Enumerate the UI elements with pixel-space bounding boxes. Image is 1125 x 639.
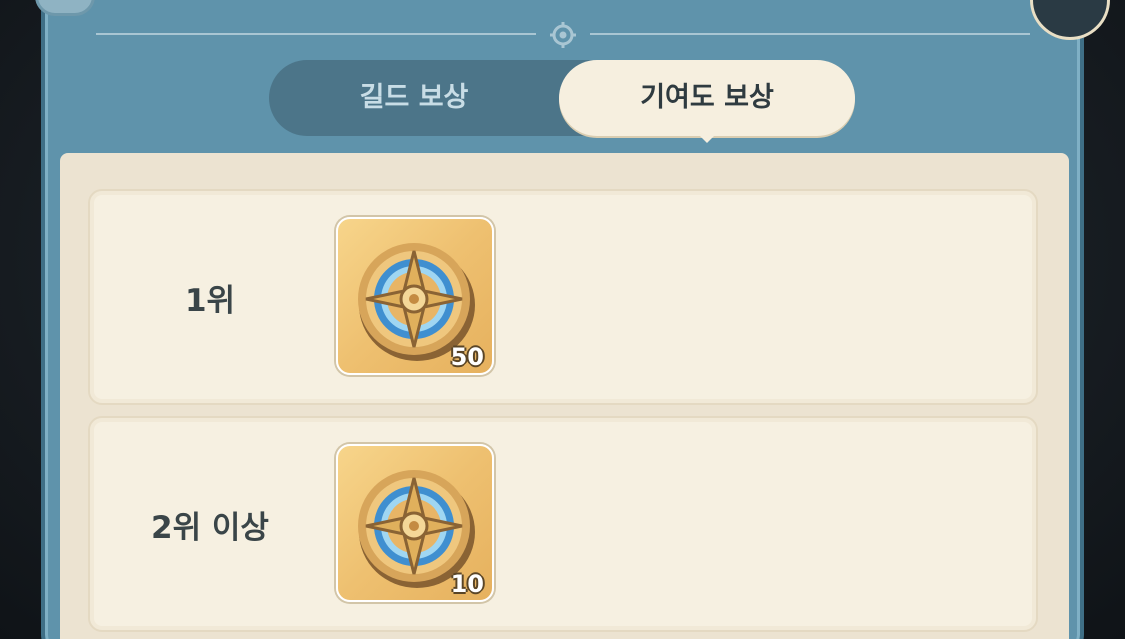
reward-row: 2위 이상 10 xyxy=(88,416,1038,632)
header-divider xyxy=(96,33,536,35)
gear-icon xyxy=(550,22,576,48)
tab-contribution-reward[interactable]: 기여도 보상 xyxy=(559,60,855,136)
panel-corner-ornament xyxy=(35,0,95,16)
reward-row: 1위 50 xyxy=(88,189,1038,405)
reward-tabs: 길드 보상 기여도 보상 xyxy=(269,60,855,136)
rank-label: 2위 이상 xyxy=(151,509,269,546)
game-screen: 길드 보상 기여도 보상 1위 50 2위 이상 10 xyxy=(0,0,1125,639)
reward-item-slot[interactable]: 50 xyxy=(336,217,494,375)
item-quantity: 50 xyxy=(450,343,484,371)
active-tab-pointer xyxy=(697,133,717,143)
item-quantity: 10 xyxy=(450,570,484,598)
rank-label: 1위 xyxy=(184,282,236,319)
tab-guild-reward[interactable]: 길드 보상 xyxy=(269,60,559,136)
header-divider xyxy=(590,33,1030,35)
reward-item-slot[interactable]: 10 xyxy=(336,444,494,602)
